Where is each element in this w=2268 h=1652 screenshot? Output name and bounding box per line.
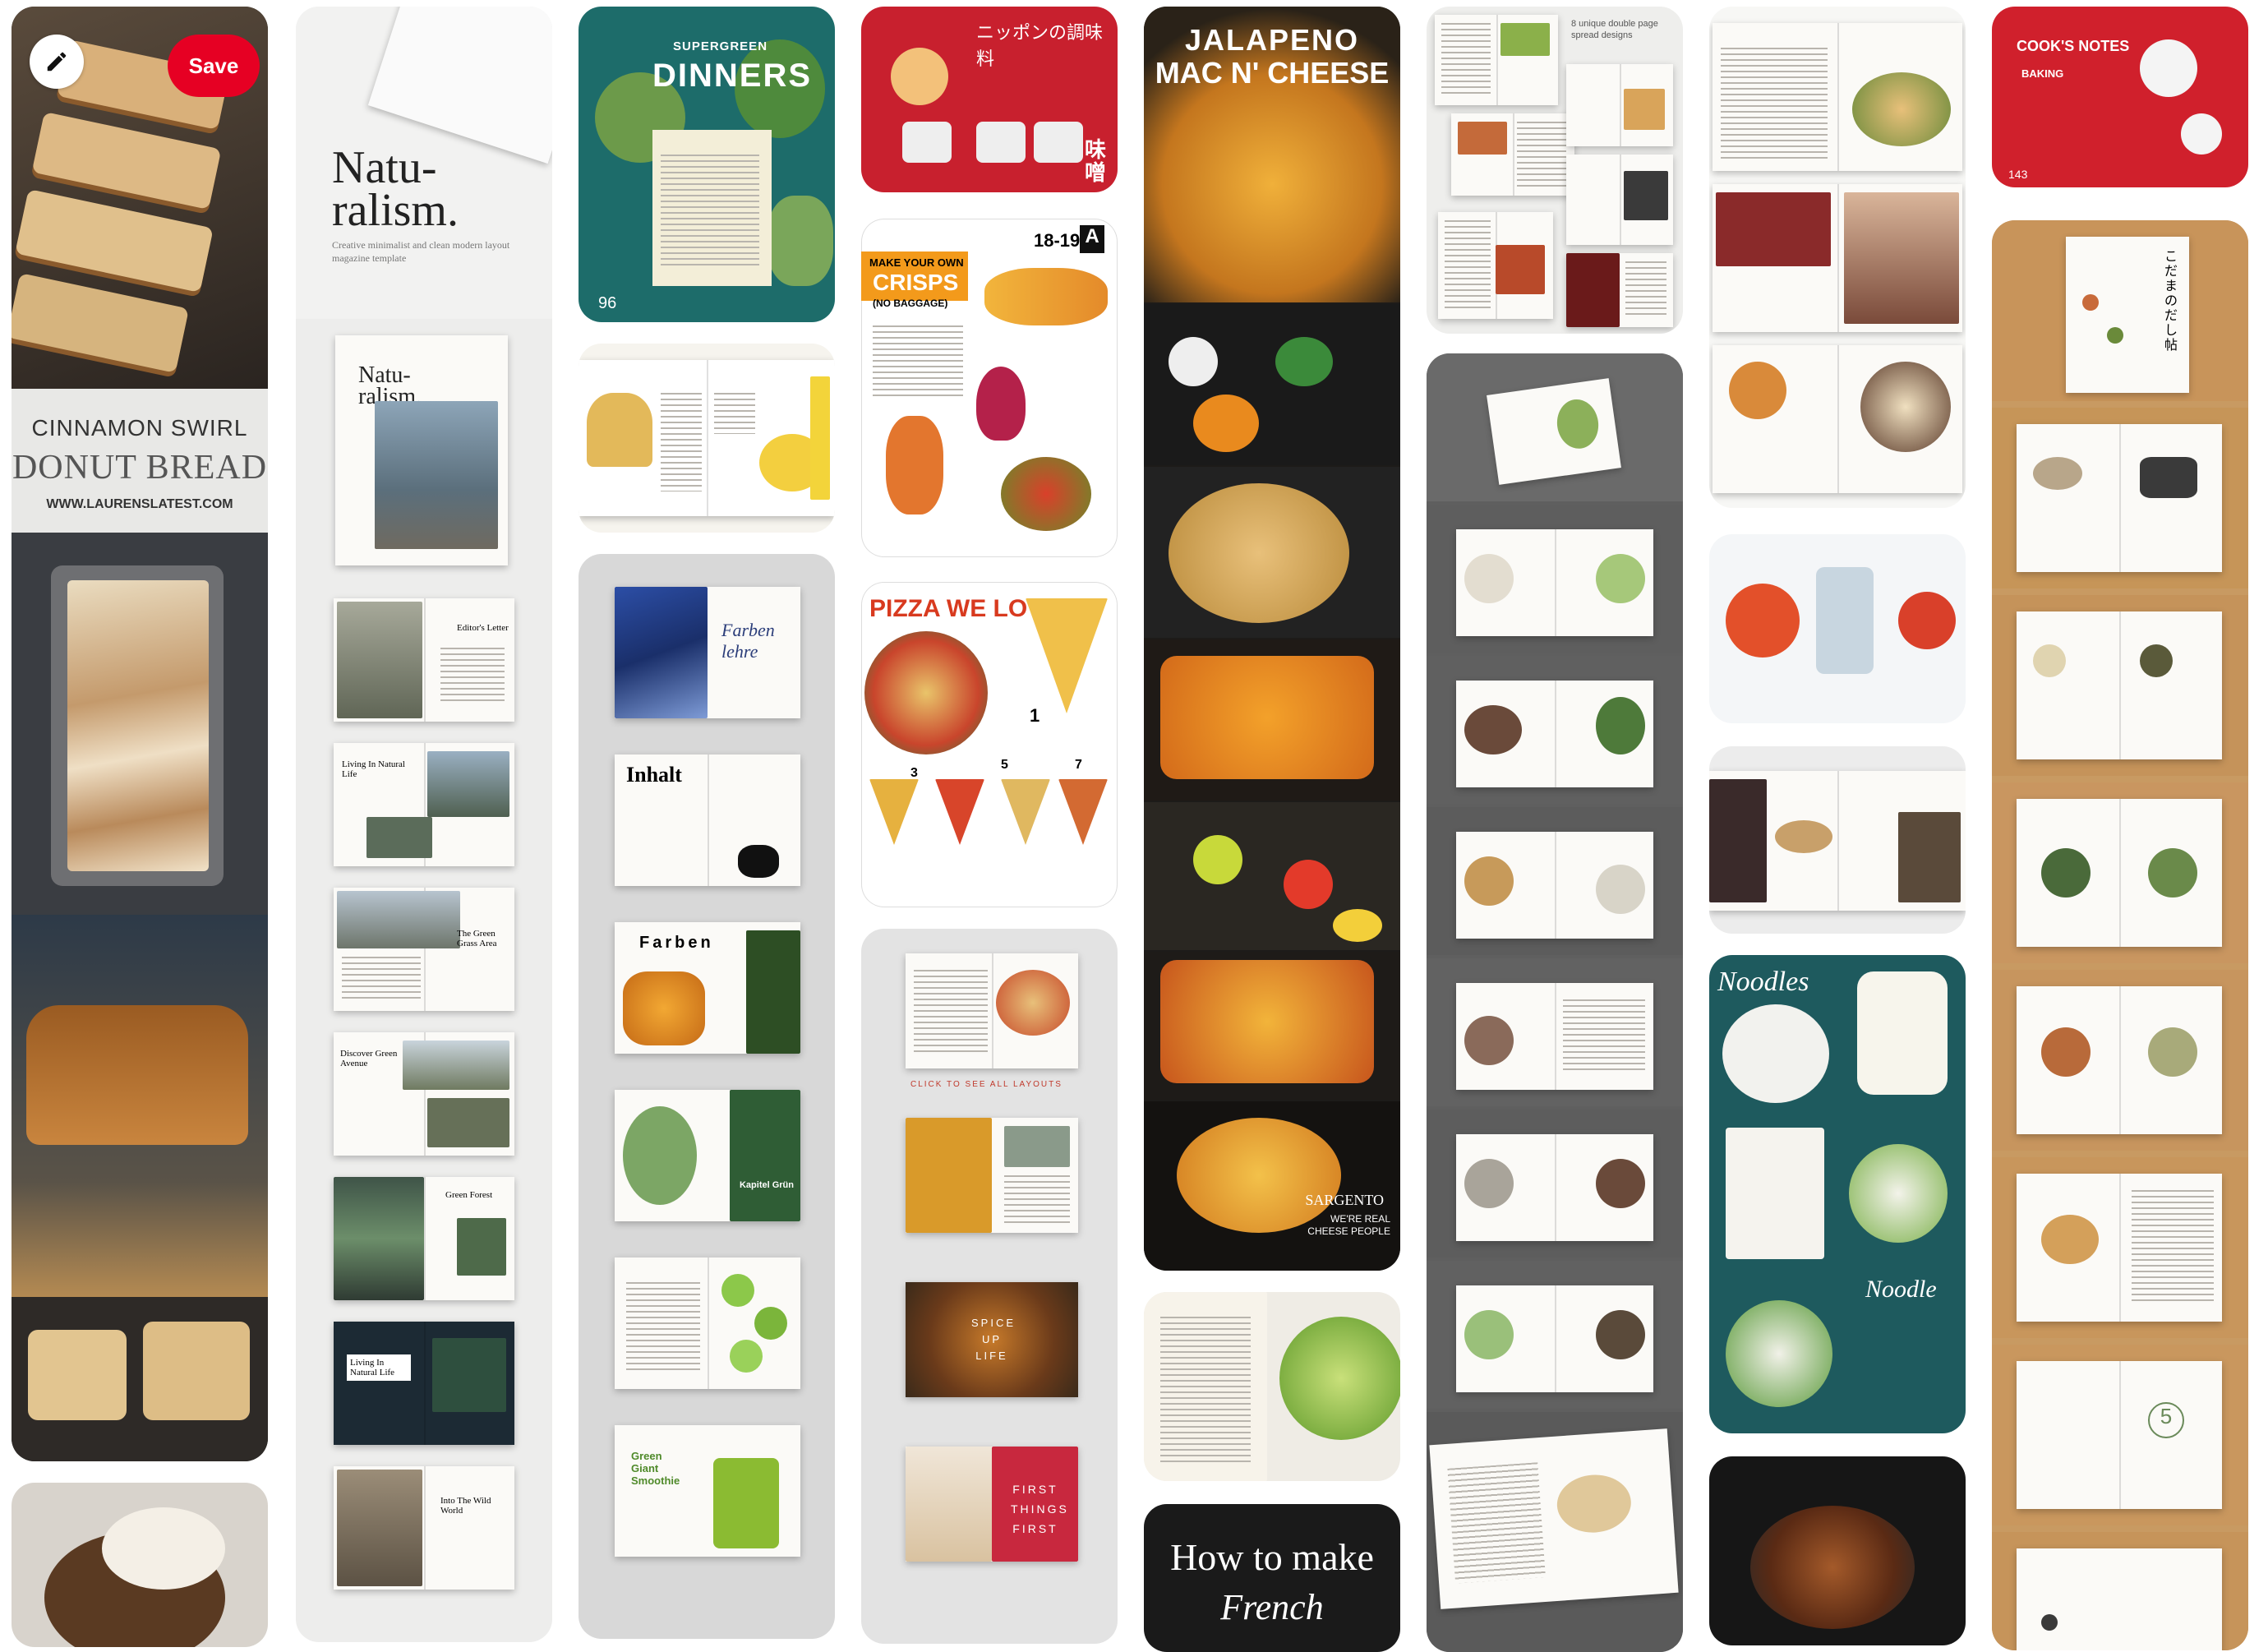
pin-lettering-magazine[interactable]: Farben lehre Inhalt Farben Kapitel Grün … xyxy=(579,554,835,1639)
crisps-letter: A xyxy=(1080,225,1104,253)
pin-column-6: 8 unique double page spread designs xyxy=(1427,0,1683,1652)
pin-ice-cream-dessert[interactable] xyxy=(12,1483,268,1647)
pin-how-to-make-french[interactable]: How to make French xyxy=(1144,1504,1400,1652)
pin-pizza-we-love[interactable]: PIZZA WE LOVE 1 3 5 7 xyxy=(861,582,1118,907)
mac-title-line1: JALAPENO xyxy=(1184,23,1360,57)
baked-loaf-photo xyxy=(12,915,268,1297)
layouts-cta[interactable]: CLICK TO SEE ALL LAYOUTS xyxy=(910,1080,1063,1089)
noodle-word: Noodle xyxy=(1865,1276,1937,1303)
pizza-number: 3 xyxy=(910,766,918,780)
naturalism-cover-small: Natu- ralism. xyxy=(296,327,552,582)
pin-numbered-food-magazine[interactable] xyxy=(1709,7,1966,508)
recipe-title-line2: DONUT BREAD xyxy=(12,449,268,487)
pin-japanese-seasonings[interactable]: ニッポンの調味料 味噌 xyxy=(861,7,1118,192)
lettering-word: Farben xyxy=(639,934,714,952)
loaf-pan-photo xyxy=(12,533,268,915)
pin-column-3: SUPERGREEN DINNERS 96 Farben lehre Inhal… xyxy=(579,0,835,1639)
lettering-word: Kapitel Grün xyxy=(739,1180,794,1190)
double-page-header: 8 unique double page spread designs xyxy=(1571,19,1658,40)
cooks-notes-title: COOK'S NOTES xyxy=(2017,38,2130,54)
cooks-notes-subtitle: BAKING xyxy=(2021,67,2064,80)
lettering-word: Green Giant Smoothie xyxy=(631,1450,680,1487)
mac-brand: SARGENTO xyxy=(1305,1192,1384,1208)
mac-hero-photo: JALAPENO MAC N' CHEESE xyxy=(1144,7,1400,302)
pin-artisan-pizza-spread[interactable] xyxy=(1709,746,1966,934)
howto-title: How to make xyxy=(1170,1536,1374,1578)
pin-naturalism-magazine[interactable]: Natu- ralism. Creative minimalist and cl… xyxy=(296,7,552,1642)
crisps-title-line1: MAKE YOUR OWN xyxy=(869,256,964,269)
naturalism-subtitle: Creative minimalist and clean modern lay… xyxy=(332,239,510,264)
dashi-title: こだまのだし帖 xyxy=(2164,250,2178,353)
mac-title-line2: MAC N' CHEESE xyxy=(1155,56,1390,90)
pin-column-7: Noodles Noodle xyxy=(1709,0,1966,1645)
pin-column-5: JALAPENO MAC N' CHEESE SARGENTO WE'RE RE… xyxy=(1144,0,1400,1652)
spread-title: The Green Grass Area xyxy=(457,929,497,948)
recipe-url: WWW.LAURENSLATEST.COM xyxy=(46,497,233,511)
save-button[interactable]: Save xyxy=(168,35,260,97)
spread-title: Editor's Letter xyxy=(457,623,509,633)
spread-title: Green Forest xyxy=(445,1190,493,1200)
pin-green-salad-recipe[interactable] xyxy=(1144,1292,1400,1481)
pin-noodles-magazine[interactable]: Noodles Noodle xyxy=(1709,955,1966,1433)
pin-seafood-illustration[interactable] xyxy=(1709,534,1966,723)
pin-jalapeno-mac-cheese[interactable]: JALAPENO MAC N' CHEESE SARGENTO WE'RE RE… xyxy=(1144,7,1400,1271)
recipe-title-line1: CINNAMON SWIRL xyxy=(31,415,248,441)
spread-title: Into The Wild World xyxy=(440,1496,491,1516)
pin-cookbook-spreads[interactable] xyxy=(1427,353,1683,1652)
pin-pastry-recipe[interactable] xyxy=(579,344,835,533)
pencil-icon xyxy=(47,52,67,72)
crisps-page-range: 18-19 xyxy=(1034,230,1081,251)
spice-title: SPICE UP LIFE xyxy=(971,1317,1016,1362)
pin-magazine-layouts[interactable]: CLICK TO SEE ALL LAYOUTS SPICE UP LIFE F… xyxy=(861,929,1118,1644)
lettering-word: Inhalt xyxy=(626,763,682,787)
pizza-number: 1 xyxy=(1030,705,1040,726)
lettering-word: Farben lehre xyxy=(721,620,775,662)
japanese-side-label: 味噌 xyxy=(1085,137,1107,185)
pin-column-4: ニッポンの調味料 味噌 18-19 A MAKE YOUR OWN CRISPS… xyxy=(861,0,1118,1644)
naturalism-spreads: Editor's Letter Living In Natural Life T… xyxy=(296,582,552,1642)
howto-subtitle: French xyxy=(1220,1587,1324,1627)
pin-supergreen-dinners[interactable]: SUPERGREEN DINNERS 96 xyxy=(579,7,835,322)
naturalism-cover: Natu- ralism. Creative minimalist and cl… xyxy=(296,7,552,319)
pin-double-page-designs[interactable]: 8 unique double page spread designs xyxy=(1427,7,1683,334)
dashi-chapter: 5 xyxy=(2148,1402,2184,1438)
pin-column-1: CINNAMON SWIRL DONUT BREAD WWW.LAURENSLA… xyxy=(12,0,268,1647)
dinners-kicker: SUPERGREEN xyxy=(673,39,768,53)
japanese-title: ニッポンの調味料 xyxy=(976,22,1104,69)
pin-roast-duck-plate[interactable] xyxy=(1709,1456,1966,1645)
cooks-notes-page: 143 xyxy=(2008,168,2028,181)
bread-slices-bottom-photo xyxy=(12,1297,268,1461)
page-number: 96 xyxy=(598,294,617,312)
pin-column-2: Natu- ralism. Creative minimalist and cl… xyxy=(296,0,552,1642)
spread-title: Living In Natural Life xyxy=(347,1354,411,1381)
crisps-title-line3: (NO BAGGAGE) xyxy=(873,298,948,309)
dinners-title: DINNERS xyxy=(652,58,813,94)
pin-cinnamon-bread[interactable]: CINNAMON SWIRL DONUT BREAD WWW.LAURENSLA… xyxy=(12,7,268,1461)
spread-title: Living In Natural Life xyxy=(342,759,405,779)
crisps-title-line2: CRISPS xyxy=(873,270,959,295)
pin-cooks-notes[interactable]: COOK'S NOTES BAKING 143 xyxy=(1992,7,2248,187)
recipe-title-band: CINNAMON SWIRL DONUT BREAD WWW.LAURENSLA… xyxy=(12,389,268,533)
spread-title: Discover Green Avenue xyxy=(340,1049,398,1068)
naturalism-title: Natu- ralism. xyxy=(332,142,459,236)
first-things-title: FIRST THINGS FIRST xyxy=(1011,1483,1069,1535)
pizza-number: 5 xyxy=(1001,758,1008,772)
pizza-number: 7 xyxy=(1075,758,1082,772)
mac-tagline: WE'RE REAL CHEESE PEOPLE xyxy=(1307,1213,1390,1237)
pin-dashi-cookbook[interactable]: こだまのだし帖 5 xyxy=(1992,220,2248,1650)
noodles-word: Noodles xyxy=(1717,967,1809,997)
edit-pin-button[interactable] xyxy=(30,35,84,89)
pin-make-your-own-crisps[interactable]: 18-19 A MAKE YOUR OWN CRISPS (NO BAGGAGE… xyxy=(861,219,1118,557)
pin-column-8: COOK'S NOTES BAKING 143 こだまのだし帖 5 xyxy=(1992,0,2248,1650)
